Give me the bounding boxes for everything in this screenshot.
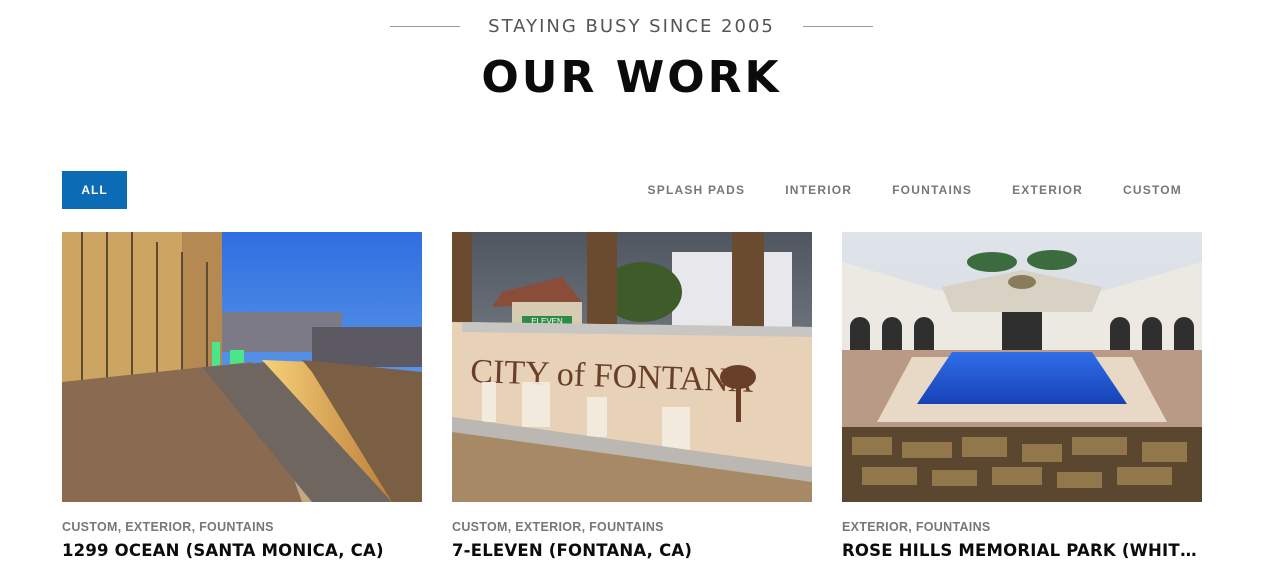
- filter-list: SPLASH PADS INTERIOR FOUNTAINS EXTERIOR …: [608, 171, 1182, 209]
- project-card[interactable]: ELEVEN CITY of FONTANA CUSTOM, EXTERIOR,…: [452, 232, 812, 560]
- eyebrow-right-rule: [802, 25, 873, 27]
- project-title[interactable]: 7-ELEVEN (FONTANA, CA): [452, 541, 812, 560]
- project-categories: CUSTOM, EXTERIOR, FOUNTAINS: [452, 520, 664, 534]
- filter-exterior[interactable]: EXTERIOR: [1012, 183, 1083, 197]
- portfolio-filters: ALL SPLASH PADS INTERIOR FOUNTAINS EXTER…: [62, 171, 1202, 209]
- project-categories: EXTERIOR, FOUNTAINS: [842, 520, 991, 534]
- page-title: OUR WORK: [481, 52, 782, 103]
- filter-all-button[interactable]: ALL: [62, 171, 127, 209]
- project-title[interactable]: ROSE HILLS MEMORIAL PARK (WHITTIER, CA): [842, 541, 1202, 560]
- eyebrow-text: STAYING BUSY SINCE 2005: [488, 15, 775, 37]
- eyebrow-left-rule: [390, 25, 461, 27]
- project-categories: CUSTOM, EXTERIOR, FOUNTAINS: [62, 520, 274, 534]
- project-card[interactable]: EXTERIOR, FOUNTAINS ROSE HILLS MEMORIAL …: [842, 232, 1202, 560]
- filter-interior[interactable]: INTERIOR: [785, 183, 852, 197]
- project-card[interactable]: CUSTOM, EXTERIOR, FOUNTAINS 1299 OCEAN (…: [62, 232, 422, 560]
- project-photo-ocean[interactable]: [62, 232, 422, 502]
- filter-fountains[interactable]: FOUNTAINS: [892, 183, 972, 197]
- filter-custom[interactable]: CUSTOM: [1123, 183, 1182, 197]
- section-eyebrow: STAYING BUSY SINCE 2005: [0, 14, 1263, 38]
- project-photo-rose-hills[interactable]: [842, 232, 1202, 502]
- project-title[interactable]: 1299 OCEAN (SANTA MONICA, CA): [62, 541, 422, 560]
- filter-splash-pads[interactable]: SPLASH PADS: [648, 183, 746, 197]
- project-photo-fontana[interactable]: ELEVEN CITY of FONTANA: [452, 232, 812, 502]
